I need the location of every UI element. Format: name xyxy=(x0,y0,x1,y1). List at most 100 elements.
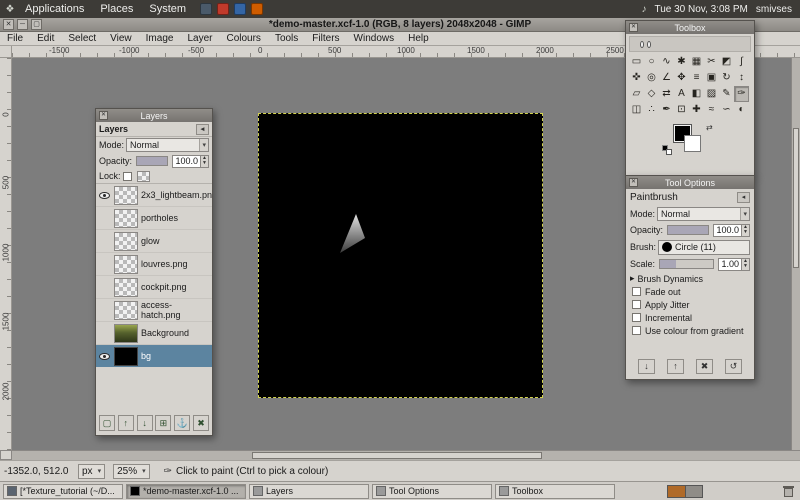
fade-out-option[interactable]: Fade out xyxy=(626,285,754,298)
quick-mask-toggle[interactable] xyxy=(0,450,12,460)
panel-launcher-icon[interactable] xyxy=(200,3,212,15)
tool-foreground-select[interactable]: ◩ xyxy=(719,54,734,70)
scale-slider[interactable] xyxy=(659,259,714,269)
tool-paths[interactable]: ∫ xyxy=(734,54,749,70)
tool-clone[interactable]: ⊡ xyxy=(674,102,689,118)
workspace-1[interactable] xyxy=(668,486,685,497)
tool-move[interactable]: ✥ xyxy=(674,70,689,86)
layer-name[interactable]: Background xyxy=(141,328,189,338)
anchor-layer-button[interactable]: ⚓ xyxy=(174,415,190,431)
volume-icon[interactable]: ♪ xyxy=(641,4,646,15)
lock-alpha-icon[interactable] xyxy=(137,171,150,182)
tool-ink[interactable]: ✒ xyxy=(659,102,674,118)
checkbox[interactable] xyxy=(632,326,641,335)
layer-row-selected[interactable]: bg xyxy=(96,345,212,367)
delete-options-button[interactable]: ✖ xyxy=(696,359,713,374)
clock[interactable]: Tue 30 Nov, 3:08 PM xyxy=(654,4,747,15)
incremental-option[interactable]: Incremental xyxy=(626,311,754,324)
opacity-slider[interactable] xyxy=(136,156,168,166)
wilber-drop-area[interactable] xyxy=(629,36,751,52)
menu-image[interactable]: Image xyxy=(139,33,181,44)
taskbar-item[interactable]: [*Texture_tutorial (~/D... xyxy=(3,484,123,499)
layer-thumbnail[interactable] xyxy=(114,301,138,320)
duplicate-layer-button[interactable]: ⊞ xyxy=(155,415,171,431)
scrollbar-thumb[interactable] xyxy=(252,452,542,459)
delete-layer-button[interactable]: ✖ xyxy=(193,415,209,431)
tool-paintbrush[interactable]: ✑ xyxy=(734,86,749,102)
tool-color-picker[interactable]: ✜ xyxy=(629,70,644,86)
menu-select[interactable]: Select xyxy=(61,33,103,44)
raise-layer-button[interactable]: ↑ xyxy=(118,415,134,431)
layer-name[interactable]: louvres.png xyxy=(141,259,188,269)
scrollbar-thumb[interactable] xyxy=(793,128,799,268)
taskbar-item[interactable]: Layers xyxy=(249,484,369,499)
layer-row[interactable]: access-hatch.png xyxy=(96,299,212,322)
tool-text[interactable]: A xyxy=(674,86,689,102)
tool-dodge-burn[interactable]: ◐ xyxy=(734,102,749,118)
tool-blend[interactable]: ▨ xyxy=(704,86,719,102)
layer-name[interactable]: cockpit.png xyxy=(141,282,187,292)
tool-pencil[interactable]: ✎ xyxy=(719,86,734,102)
tool-perspective[interactable]: ◇ xyxy=(644,86,659,102)
checkbox[interactable] xyxy=(632,313,641,322)
applications-menu[interactable]: Applications xyxy=(17,0,92,18)
brush-select-button[interactable]: Circle (11) xyxy=(658,240,750,255)
layer-name[interactable]: bg xyxy=(141,351,151,361)
restore-options-button[interactable]: ↑ xyxy=(667,359,684,374)
unit-select[interactable]: px ▾ xyxy=(78,464,105,479)
tool-blur-sharpen[interactable]: ≈ xyxy=(704,102,719,118)
tool-zoom[interactable]: ◎ xyxy=(644,70,659,86)
tool-measure[interactable]: ∠ xyxy=(659,70,674,86)
user-menu[interactable]: smivses xyxy=(756,4,792,15)
visibility-cell[interactable] xyxy=(98,192,111,199)
vertical-scrollbar[interactable] xyxy=(791,58,800,450)
panel-launcher-icon[interactable] xyxy=(217,3,229,15)
tool-align[interactable]: ≡ xyxy=(689,70,704,86)
tool-rectangle-select[interactable]: ▭ xyxy=(629,54,644,70)
spinner-arrows[interactable]: ▲▼ xyxy=(200,156,208,167)
tool-crop[interactable]: ▣ xyxy=(704,70,719,86)
tool-heal[interactable]: ✚ xyxy=(689,102,704,118)
layer-row[interactable]: louvres.png xyxy=(96,253,212,276)
menu-edit[interactable]: Edit xyxy=(30,33,61,44)
tool-bucket-fill[interactable]: ◧ xyxy=(689,86,704,102)
tool-smudge[interactable]: ∽ xyxy=(719,102,734,118)
places-menu[interactable]: Places xyxy=(92,0,141,18)
opacity-spinner[interactable]: 100.0 ▲▼ xyxy=(172,155,209,168)
menu-colours[interactable]: Colours xyxy=(219,33,267,44)
layer-thumbnail[interactable] xyxy=(114,186,138,205)
layer-thumbnail[interactable] xyxy=(114,209,138,228)
horizontal-scrollbar[interactable] xyxy=(12,450,800,460)
checkbox[interactable] xyxy=(632,300,641,309)
eye-icon[interactable] xyxy=(99,192,110,199)
layer-thumbnail[interactable] xyxy=(114,232,138,251)
menu-help[interactable]: Help xyxy=(401,33,436,44)
spinner-arrows[interactable]: ▲▼ xyxy=(741,259,749,270)
layer-row[interactable]: glow xyxy=(96,230,212,253)
layer-thumbnail[interactable] xyxy=(114,278,138,297)
zoom-select[interactable]: 25% ▾ xyxy=(113,464,150,479)
dock-menu-icon[interactable]: ◂ xyxy=(737,192,750,203)
visibility-cell[interactable] xyxy=(98,353,111,360)
menu-layer[interactable]: Layer xyxy=(180,33,219,44)
taskbar-item-active[interactable]: *demo-master.xcf-1.0 ... xyxy=(126,484,246,499)
layer-name[interactable]: access-hatch.png xyxy=(141,300,210,320)
apply-jitter-option[interactable]: Apply Jitter xyxy=(626,298,754,311)
opacity-spinner[interactable]: 100.0 ▲▼ xyxy=(713,224,750,237)
layer-thumbnail[interactable] xyxy=(114,347,138,366)
vertical-ruler[interactable]: 0 500 1000 1500 2000 xyxy=(0,58,12,460)
menu-tools[interactable]: Tools xyxy=(268,33,305,44)
layer-thumbnail[interactable] xyxy=(114,255,138,274)
menu-windows[interactable]: Windows xyxy=(347,33,402,44)
menu-file[interactable]: File xyxy=(0,33,30,44)
distributor-logo-icon[interactable]: ❖ xyxy=(3,4,17,15)
layer-row[interactable]: portholes xyxy=(96,207,212,230)
new-layer-button[interactable]: ▢ xyxy=(99,415,115,431)
lower-layer-button[interactable]: ↓ xyxy=(137,415,153,431)
workspace-2[interactable] xyxy=(685,486,702,497)
scale-spinner[interactable]: 1.00 ▲▼ xyxy=(718,258,750,271)
system-menu[interactable]: System xyxy=(141,0,194,18)
paint-mode-select[interactable]: Normal ▾ xyxy=(657,207,750,221)
layers-tab[interactable]: Layers ◂ xyxy=(96,122,212,137)
layer-name[interactable]: portholes xyxy=(141,213,178,223)
